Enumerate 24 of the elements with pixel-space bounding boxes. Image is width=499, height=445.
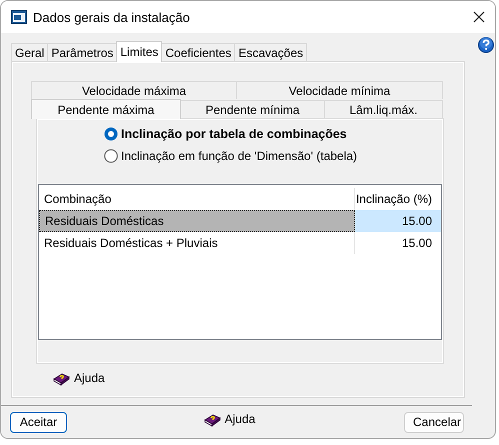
option-label: Inclinação por tabela de combinações <box>121 127 347 141</box>
tab[interactable]: Pendente máxima <box>31 99 181 119</box>
tab[interactable]: Velocidade máxima <box>31 81 237 99</box>
window-title: Dados gerais da instalação <box>33 10 191 24</box>
tab[interactable]: Velocidade mínima <box>236 81 443 99</box>
table-cell[interactable]: 15.00 <box>355 210 441 232</box>
column-header[interactable]: Inclinação (%) <box>355 188 441 210</box>
radio-button[interactable] <box>104 149 118 163</box>
table-cell[interactable]: 15.00 <box>355 232 441 254</box>
close-icon[interactable] <box>473 11 485 23</box>
tab[interactable]: Lâm.liq.máx. <box>324 100 443 118</box>
help-link[interactable]: Ajuda <box>224 412 256 426</box>
table-cell[interactable]: Residuais Domésticas <box>39 210 355 232</box>
tab[interactable]: Limites <box>116 41 162 62</box>
tab[interactable]: Escavações <box>234 43 308 61</box>
tab[interactable]: Geral <box>11 43 48 61</box>
option-label: Inclinação em função de 'Dimensão' (tabela) <box>121 149 358 163</box>
table-cell[interactable]: Residuais Domésticas + Pluviais <box>39 232 355 254</box>
window-icon <box>11 10 27 24</box>
cancel-button[interactable]: Cancelar <box>404 412 464 432</box>
help-link[interactable]: Ajuda <box>74 371 105 385</box>
accept-button[interactable]: Aceitar <box>10 412 67 432</box>
radio-button[interactable] <box>104 127 118 141</box>
help-icon[interactable] <box>478 37 494 53</box>
